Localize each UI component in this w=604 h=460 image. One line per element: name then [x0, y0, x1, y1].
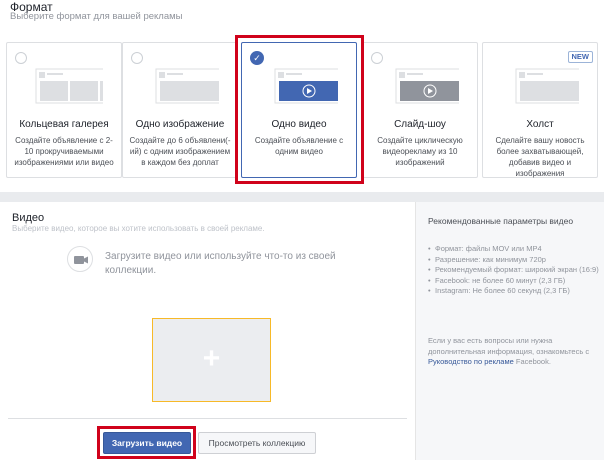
card-name: Холст — [526, 119, 554, 130]
format-card-slideshow[interactable]: Слайд-шоу Создайте циклическую видеорекл… — [362, 42, 478, 178]
format-card-carousel[interactable]: Кольцевая галерея Создайте объявление с … — [6, 42, 122, 178]
recommendations-list: Формат: файлы MOV или MP4 Разрешение: ка… — [428, 244, 600, 297]
list-item: Instagram: Не более 60 секунд (2,3 ГБ) — [428, 286, 600, 297]
format-card-canvas[interactable]: NEW Холст Сделайте вашу новость более за… — [482, 42, 598, 178]
radio-unselected[interactable] — [131, 52, 143, 64]
card-name: Одно изображение — [135, 119, 225, 130]
list-item: Формат: файлы MOV или MP4 — [428, 244, 600, 255]
video-subtitle: Выберите видео, которое вы хотите исполь… — [12, 224, 265, 233]
browse-collection-button[interactable]: Просмотреть коллекцию — [198, 432, 316, 454]
divider — [8, 418, 407, 419]
card-description: Сделайте вашу новость более захватывающе… — [495, 136, 585, 178]
format-card-single-image[interactable]: Одно изображение Создайте до 6 объявлени… — [122, 42, 238, 178]
recommendations-note: Если у вас есть вопросы или нужна дополн… — [428, 336, 598, 368]
highlight-frame — [235, 35, 364, 184]
new-badge: NEW — [567, 51, 593, 63]
radio-unselected[interactable] — [371, 52, 383, 64]
list-item: Рекомендуемый формат: широкий экран (16:… — [428, 265, 600, 276]
format-section: Формат Выберите формат для вашей рекламы… — [0, 0, 604, 192]
recommendations-panel: Рекомендованные параметры видео Формат: … — [415, 202, 604, 460]
list-item: Facebook: не более 60 минут (2,3 ГБ) — [428, 276, 600, 287]
card-description: Создайте до 6 объявлени(-ий) с одним изо… — [129, 136, 231, 167]
ad-guide-link[interactable]: Руководство по рекламе — [428, 357, 514, 366]
upload-dropzone[interactable]: + — [152, 318, 271, 402]
radio-unselected[interactable] — [15, 52, 27, 64]
video-camera-icon — [67, 246, 93, 272]
note-text-end: Facebook. — [513, 357, 551, 366]
list-item: Разрешение: как минимум 720p — [428, 255, 600, 266]
card-name: Кольцевая галерея — [19, 119, 109, 130]
recommendations-title: Рекомендованные параметры видео — [428, 216, 574, 226]
card-description: Создайте объявление с 2-10 прокручиваемы… — [14, 136, 114, 167]
video-panel: Видео Выберите видео, которое вы хотите … — [0, 202, 415, 460]
plus-icon: + — [202, 342, 221, 375]
format-subtitle: Выберите формат для вашей рекламы — [10, 11, 183, 22]
card-name: Слайд-шоу — [394, 119, 446, 130]
note-text: Если у вас есть вопросы или нужна дополн… — [428, 336, 590, 356]
video-title: Видео — [12, 212, 45, 224]
highlight-frame — [97, 426, 196, 459]
card-description: Создайте циклическую видеорекламу из 10 … — [377, 136, 463, 167]
upload-prompt: Загрузите видео или используйте что-то и… — [105, 251, 336, 276]
